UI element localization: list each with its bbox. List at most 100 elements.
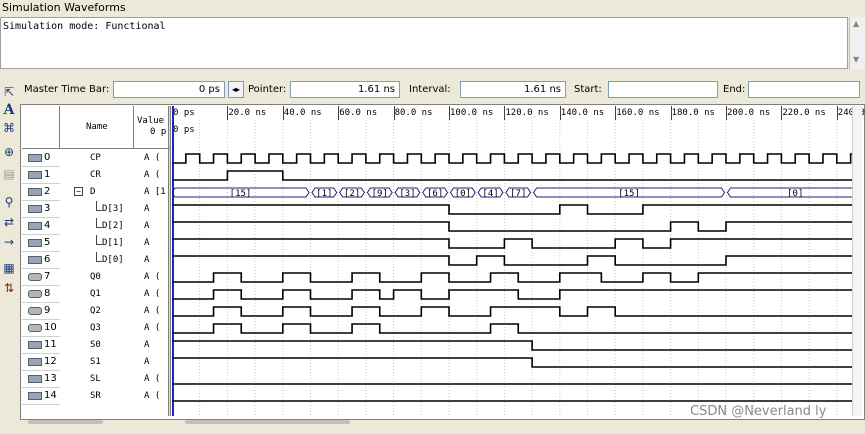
signal-value: A [144, 221, 150, 231]
signal-index: 14 [44, 390, 57, 401]
selection-arrow-icon[interactable]: ⇱ [1, 84, 17, 100]
bus-value-label: [0] [455, 189, 471, 199]
signal-row-index[interactable]: 13 [22, 371, 60, 388]
arrow-right-icon[interactable]: → [1, 234, 17, 250]
signal-index: 9 [44, 305, 51, 316]
input-pin-icon [28, 222, 42, 230]
waveform-vertical-scrollbar[interactable] [852, 106, 862, 416]
signal-index: 6 [44, 254, 51, 265]
signal-name[interactable]: CR [90, 170, 101, 180]
replace-icon[interactable]: ⇄ [1, 214, 17, 230]
waveform-tool-palette: ⇱ A ⌘ ⊕ ▤ ⚲ ⇄ → ▦ ⇅ [0, 82, 18, 432]
signal-row-index[interactable]: 9 [22, 303, 60, 320]
waveform-horizontal-scrollbar[interactable] [185, 420, 350, 424]
signal-name[interactable]: CP [90, 153, 101, 163]
input-pin-icon [28, 341, 42, 349]
row-separator [22, 404, 60, 405]
signal-row-index[interactable]: 6 [22, 252, 60, 269]
waveform-d2 [172, 221, 862, 232]
signal-name[interactable]: S0 [90, 340, 101, 350]
signal-index: 10 [44, 322, 57, 333]
waveform-d1 [172, 238, 862, 249]
signal-row-index[interactable]: 3 [22, 201, 60, 218]
window-title: Simulation Waveforms [2, 1, 126, 14]
input-pin-icon [28, 256, 42, 264]
signal-index: 0 [44, 152, 51, 163]
signal-row-index[interactable]: 12 [22, 354, 60, 371]
assign-value-icon[interactable]: ▦ [1, 260, 17, 276]
signal-name[interactable]: SR [90, 391, 101, 401]
signal-value: A ( [144, 153, 161, 163]
signal-name[interactable]: S1 [90, 357, 101, 367]
find-icon[interactable]: ⚲ [1, 194, 17, 210]
scroll-down-icon[interactable]: ▼ [853, 55, 859, 64]
signal-name[interactable]: D [90, 187, 95, 197]
bus-value-label: [3] [399, 189, 415, 199]
signal-row-index[interactable]: 10 [22, 320, 60, 337]
signal-value: A ( [144, 391, 161, 401]
waveform-q2 [172, 306, 862, 317]
signal-value: A ( [144, 170, 161, 180]
signal-index: 8 [44, 288, 51, 299]
signal-row-index[interactable]: 14 [22, 388, 60, 405]
simulation-mode-text: Simulation mode: Functional [3, 21, 166, 32]
signal-index: 13 [44, 373, 57, 384]
signal-index: 12 [44, 356, 57, 367]
input-pin-icon [28, 171, 42, 179]
signal-row-index[interactable]: 7 [22, 269, 60, 286]
signal-name[interactable]: D[1] [102, 238, 124, 248]
bus-value-label: [9] [372, 189, 388, 199]
collapse-group-icon[interactable]: − [74, 187, 83, 196]
signal-row-index[interactable]: 11 [22, 337, 60, 354]
start-field[interactable] [608, 81, 718, 98]
waveform-q3 [172, 323, 862, 334]
master-time-bar-label: Master Time Bar: [24, 84, 110, 95]
waveform-q0 [172, 272, 862, 283]
pointer-field[interactable]: 1.61 ns [290, 81, 400, 98]
input-pin-icon [28, 188, 42, 196]
waveform-d3 [172, 204, 862, 215]
signal-name[interactable]: Q1 [90, 289, 101, 299]
signal-value: A ( [144, 289, 161, 299]
signal-name[interactable]: D[3] [102, 204, 124, 214]
names-horizontal-scrollbar[interactable] [28, 420, 103, 424]
waveform-canvas[interactable]: [15] [1] [2] [9] [3] [6] [0] [4] [7] [15] [0] [172, 106, 862, 416]
zoom-icon[interactable]: ⊕ [1, 144, 17, 160]
sort-icon[interactable]: ⇅ [1, 280, 17, 296]
signal-name[interactable]: SL [90, 374, 101, 384]
signal-row-index[interactable]: 2 [22, 184, 60, 201]
bus-value-label: [15] [618, 189, 640, 199]
output-pin-icon [28, 273, 42, 281]
signal-value: A [144, 340, 150, 350]
pane-splitter[interactable] [168, 106, 171, 416]
time-bar-stepper[interactable]: ◂▸ [228, 81, 244, 98]
text-tool-icon[interactable]: A [1, 102, 17, 118]
signal-row-index[interactable]: 8 [22, 286, 60, 303]
signal-row-index[interactable]: 1 [22, 167, 60, 184]
input-pin-icon [28, 154, 42, 162]
signal-name[interactable]: Q2 [90, 306, 101, 316]
signal-row-index[interactable]: 0 [22, 150, 60, 167]
signal-name[interactable]: D[0] [102, 255, 124, 265]
value-column-header[interactable]: Value [137, 116, 164, 126]
signal-name[interactable]: Q3 [90, 323, 101, 333]
input-pin-icon [28, 392, 42, 400]
scroll-up-icon[interactable]: ▲ [853, 19, 859, 28]
master-time-bar-field[interactable]: 0 ps [113, 81, 225, 98]
signal-row-index[interactable]: 4 [22, 218, 60, 235]
signal-row-index[interactable]: 5 [22, 235, 60, 252]
pointer-label: Pointer: [248, 84, 287, 95]
end-label: End: [723, 84, 746, 95]
output-pin-icon [28, 324, 42, 332]
message-scrollbar[interactable]: ▲ ▼ [849, 17, 865, 69]
input-pin-icon [28, 205, 42, 213]
column-divider [133, 106, 134, 148]
name-column-header[interactable]: Name [86, 122, 108, 132]
signal-name[interactable]: D[2] [102, 221, 124, 231]
interval-field[interactable]: 1.61 ns [460, 81, 566, 98]
signal-name[interactable]: Q0 [90, 272, 101, 282]
output-pin-icon [28, 307, 42, 315]
end-field[interactable] [748, 81, 860, 98]
full-screen-icon[interactable]: ▤ [1, 166, 17, 182]
waveform-editing-icon[interactable]: ⌘ [1, 120, 17, 136]
